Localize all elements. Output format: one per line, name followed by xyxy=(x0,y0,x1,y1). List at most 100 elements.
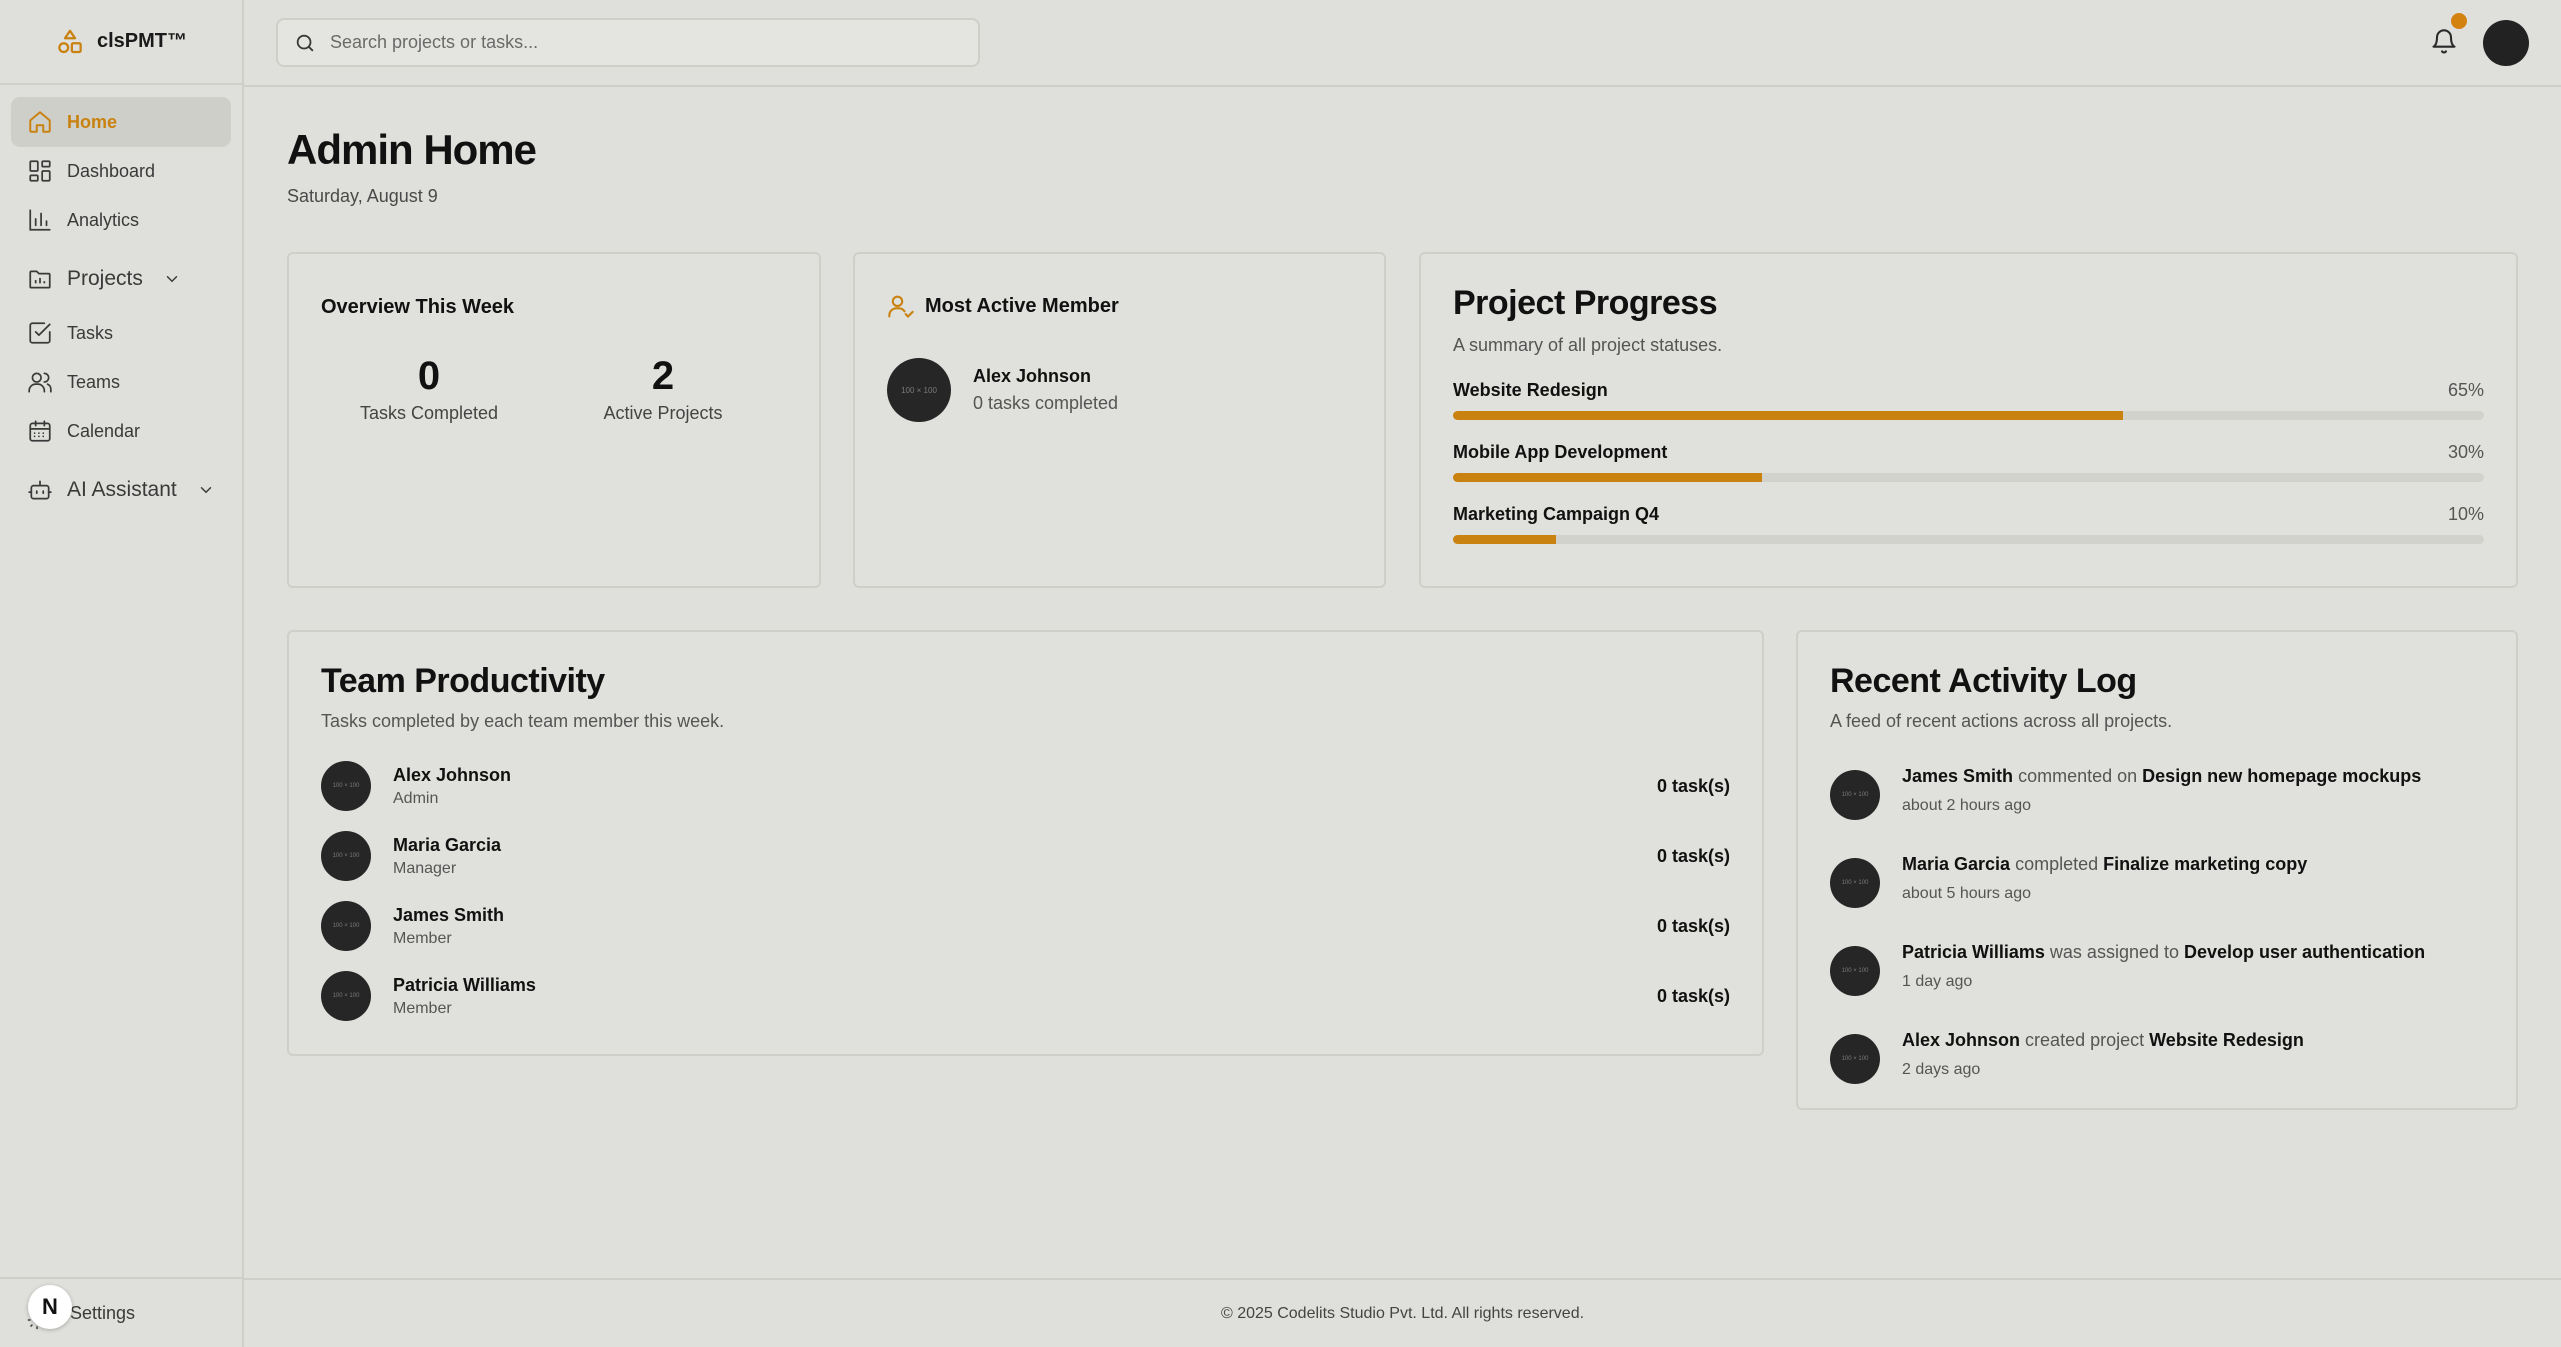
project-name: Marketing Campaign Q4 xyxy=(1453,504,1660,524)
sidebar-item-teams[interactable]: Teams xyxy=(11,357,231,407)
top-header xyxy=(244,0,2561,87)
activity-entry[interactable]: 100 × 100 Maria Garcia completed Finalize… xyxy=(1830,854,2484,908)
sidebar-item-label: Tasks xyxy=(67,322,114,343)
most-active-member[interactable]: 100 × 100 Alex Johnson 0 tasks completed xyxy=(887,358,1118,422)
sidebar-item-home[interactable]: Home xyxy=(11,97,231,147)
tasks-completed-label: Tasks Completed xyxy=(359,403,499,423)
user-avatar[interactable] xyxy=(2483,20,2529,66)
member-role: Member xyxy=(393,999,452,1017)
project-progress-item[interactable]: Marketing Campaign Q4 10% xyxy=(1453,504,2484,544)
sidebar-item-analytics[interactable]: Analytics xyxy=(11,195,231,245)
sidebar-item-calendar[interactable]: Calendar xyxy=(11,406,231,456)
project-percent: 10% xyxy=(2447,504,2484,524)
avatar: 100 × 100 xyxy=(1830,946,1880,996)
team-member-row[interactable]: 100 × 100 Maria Garcia Manager 0 task(s) xyxy=(321,830,1730,882)
sidebar-item-label: Home xyxy=(67,111,118,132)
activity-action: created project xyxy=(2025,1030,2145,1050)
sidebar-item-ai-assistant[interactable]: AI Assistant xyxy=(11,464,231,516)
activity-entry[interactable]: 100 × 100 James Smith commented on Design… xyxy=(1830,766,2484,820)
activity-time: about 2 hours ago xyxy=(1902,797,2031,814)
users-icon xyxy=(28,372,52,393)
project-progress-item[interactable]: Website Redesign 65% xyxy=(1453,380,2484,420)
project-progress-item[interactable]: Mobile App Development 30% xyxy=(1453,442,2484,482)
avatar: 100 × 100 xyxy=(321,971,371,1021)
recent-activity-subtitle: A feed of recent actions across all proj… xyxy=(1830,711,2173,731)
sidebar-item-dashboard[interactable]: Dashboard xyxy=(11,146,231,196)
project-percent: 65% xyxy=(2447,380,2484,400)
member-name: Alex Johnson xyxy=(973,366,1092,386)
activity-actor: Alex Johnson xyxy=(1902,1030,2021,1050)
chevron-down-icon[interactable] xyxy=(197,481,215,499)
bot-icon xyxy=(28,480,52,500)
notification-dot xyxy=(2451,13,2467,29)
activity-actor: Maria Garcia xyxy=(1902,854,2011,874)
activity-target[interactable]: Design new homepage mockups xyxy=(2142,766,2421,786)
project-progress-card: Project Progress A summary of all projec… xyxy=(1419,252,2518,588)
calendar-icon xyxy=(29,420,51,442)
avatar: 100 × 100 xyxy=(887,358,951,422)
activity-actor: James Smith xyxy=(1902,766,2014,786)
logo-icon xyxy=(58,29,82,53)
recent-activity-title: Recent Activity Log xyxy=(1830,662,2137,700)
activity-actor: Patricia Williams xyxy=(1902,942,2045,962)
activity-entry[interactable]: 100 × 100 Patricia Williams was assigned … xyxy=(1830,942,2484,996)
member-role: Manager xyxy=(393,859,457,877)
member-role: Member xyxy=(393,929,452,947)
sidebar-item-label: Dashboard xyxy=(67,160,156,181)
project-progress-title: Project Progress xyxy=(1453,284,1718,322)
sidebar-item-label: AI Assistant xyxy=(67,478,177,501)
team-member-row[interactable]: 100 × 100 Patricia Williams Member 0 task(s… xyxy=(321,970,1730,1022)
activity-target[interactable]: Finalize marketing copy xyxy=(2103,854,2307,874)
team-member-row[interactable]: 100 × 100 James Smith Member 0 task(s) xyxy=(321,900,1730,952)
most-active-title: Most Active Member xyxy=(925,294,1119,317)
activity-target[interactable]: Develop user authentication xyxy=(2184,942,2425,962)
progress-bar-fill xyxy=(1453,411,2124,420)
task-count: 0 task(s) xyxy=(1656,985,1730,1006)
task-check-icon xyxy=(29,322,51,344)
project-name: Mobile App Development xyxy=(1453,442,1668,462)
avatar: 100 × 100 xyxy=(321,831,371,881)
progress-bar-fill xyxy=(1453,535,1557,544)
sidebar-item-projects[interactable]: Projects xyxy=(11,253,231,305)
sidebar-nav: Home Dashboard Analytics Projects Tasks … xyxy=(0,85,242,516)
team-productivity-subtitle: Tasks completed by each team member this… xyxy=(321,711,725,731)
member-name: James Smith xyxy=(393,904,505,925)
task-count: 0 task(s) xyxy=(1656,775,1730,796)
avatar: 100 × 100 xyxy=(1830,770,1880,820)
tasks-completed-value: 0 xyxy=(417,354,441,398)
active-projects-value: 2 xyxy=(651,354,675,398)
member-name: Maria Garcia xyxy=(393,834,502,855)
activity-time: 1 day ago xyxy=(1902,973,1973,990)
activity-time: about 5 hours ago xyxy=(1902,885,2031,902)
active-projects-stat: 2 Active Projects xyxy=(563,354,763,424)
page-title: Admin Home xyxy=(287,126,537,173)
task-count: 0 task(s) xyxy=(1656,915,1730,936)
search-input[interactable] xyxy=(330,32,930,53)
task-count: 0 task(s) xyxy=(1656,845,1730,866)
chevron-down-icon[interactable] xyxy=(163,270,181,288)
bell-icon[interactable] xyxy=(2430,28,2458,56)
activity-action: commented on xyxy=(2018,766,2138,786)
sidebar-item-tasks[interactable]: Tasks xyxy=(11,308,231,358)
team-member-row[interactable]: 100 × 100 Alex Johnson Admin 0 task(s) xyxy=(321,760,1730,812)
settings-label: Settings xyxy=(70,1302,136,1323)
activity-action: was assigned to xyxy=(2049,942,2179,962)
page-date: Saturday, August 9 xyxy=(287,186,438,206)
n-badge[interactable]: N xyxy=(28,1285,72,1329)
search-box[interactable] xyxy=(276,18,980,67)
brand[interactable]: clsPMT™ xyxy=(0,0,242,85)
most-active-card: Most Active Member 100 × 100 Alex Johnso… xyxy=(853,252,1386,588)
activity-target[interactable]: Website Redesign xyxy=(2149,1030,2304,1050)
project-name: Website Redesign xyxy=(1453,380,1608,400)
progress-bar xyxy=(1453,535,2484,544)
home-icon xyxy=(29,111,51,133)
sidebar-item-label: Analytics xyxy=(67,209,140,230)
team-productivity-card: Team Productivity Tasks completed by eac… xyxy=(287,630,1764,1056)
settings-link[interactable]: N Settings xyxy=(0,1277,242,1347)
footer: © 2025 Codelits Studio Pvt. Ltd. All rig… xyxy=(244,1278,2561,1347)
brand-name: clsPMT™ xyxy=(96,30,188,52)
avatar: 100 × 100 xyxy=(1830,1034,1880,1084)
activity-entry[interactable]: 100 × 100 Alex Johnson created project We… xyxy=(1830,1030,2484,1084)
copyright-text: © 2025 Codelits Studio Pvt. Ltd. All rig… xyxy=(1220,1304,1585,1322)
tasks-completed-stat: 0 Tasks Completed xyxy=(329,354,529,424)
